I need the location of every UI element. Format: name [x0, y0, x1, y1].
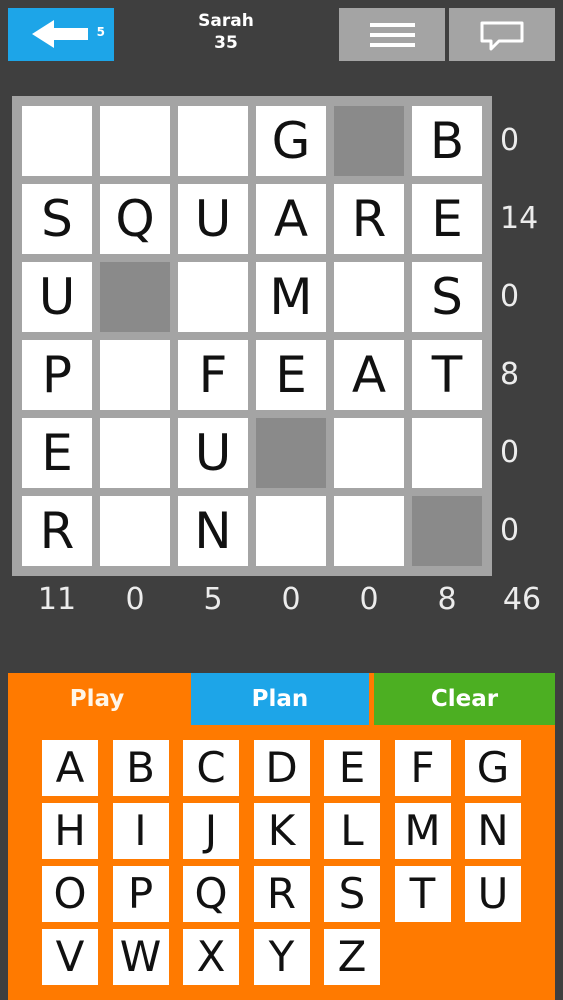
tab-clear[interactable]: Clear	[374, 673, 555, 725]
player-score: 35	[214, 33, 238, 53]
blocked-cell	[100, 262, 170, 332]
board-cell[interactable]	[334, 496, 404, 566]
board-cell[interactable]	[100, 340, 170, 410]
board-cell[interactable]: E	[256, 340, 326, 410]
chat-button[interactable]	[449, 8, 555, 61]
board-cell[interactable]: M	[256, 262, 326, 332]
column-score: 5	[203, 582, 223, 617]
board-cell[interactable]: N	[178, 496, 248, 566]
board-cell[interactable]: R	[22, 496, 92, 566]
menu-button[interactable]	[339, 8, 445, 61]
row-score: 0	[500, 513, 520, 548]
letter-key-s[interactable]: S	[324, 866, 380, 922]
player-name: Sarah	[198, 11, 254, 31]
letter-key-o[interactable]: O	[42, 866, 98, 922]
board-cell[interactable]	[334, 418, 404, 488]
letter-key-t[interactable]: T	[394, 866, 451, 922]
letter-key-a[interactable]: A	[42, 740, 98, 796]
board-cell[interactable]: F	[178, 340, 248, 410]
letter-key-l[interactable]: L	[324, 803, 380, 859]
row-score: 14	[500, 201, 539, 236]
board-cell[interactable]	[178, 262, 248, 332]
tab-plan[interactable]: Plan	[191, 673, 369, 725]
letter-key-m[interactable]: M	[394, 803, 451, 859]
letter-key-b[interactable]: B	[112, 740, 169, 796]
board-cell[interactable]: B	[412, 106, 482, 176]
letter-key-p[interactable]: P	[112, 866, 169, 922]
board-cell[interactable]	[334, 262, 404, 332]
board-cell[interactable]: U	[178, 418, 248, 488]
letter-key-g[interactable]: G	[465, 740, 521, 796]
letter-key-e[interactable]: E	[324, 740, 380, 796]
blocked-cell	[334, 106, 404, 176]
letter-key-c[interactable]: C	[183, 740, 239, 796]
row-score: 0	[500, 435, 520, 470]
board-cell[interactable]: U	[178, 184, 248, 254]
player-info: Sarah 35	[170, 10, 282, 54]
board-cell[interactable]	[100, 106, 170, 176]
letter-key-h[interactable]: H	[42, 803, 98, 859]
board-cell[interactable]: A	[334, 340, 404, 410]
board-cell[interactable]	[100, 418, 170, 488]
letter-key-f[interactable]: F	[394, 740, 451, 796]
board-cell[interactable]: T	[412, 340, 482, 410]
letter-key-w[interactable]: W	[112, 929, 169, 985]
letter-key-i[interactable]: I	[112, 803, 169, 859]
column-score: 0	[281, 582, 301, 617]
letter-key-q[interactable]: Q	[183, 866, 239, 922]
letter-key-u[interactable]: U	[465, 866, 521, 922]
letter-key-r[interactable]: R	[253, 866, 310, 922]
letter-key-y[interactable]: Y	[253, 929, 310, 985]
row-score: 0	[500, 279, 520, 314]
game-board: GBSQUAREUMSPFEATEURN	[12, 96, 492, 576]
column-score: 8	[437, 582, 457, 617]
column-score: 11	[37, 582, 77, 617]
column-score: 0	[359, 582, 379, 617]
board-cell[interactable]: U	[22, 262, 92, 332]
board-cell[interactable]	[412, 418, 482, 488]
board-cell[interactable]: P	[22, 340, 92, 410]
letter-key-x[interactable]: X	[183, 929, 239, 985]
board-cell[interactable]: S	[22, 184, 92, 254]
board-cell[interactable]	[22, 106, 92, 176]
board-cell[interactable]: S	[412, 262, 482, 332]
board-cell[interactable]	[256, 496, 326, 566]
blocked-cell	[256, 418, 326, 488]
blocked-cell	[412, 496, 482, 566]
letter-key-n[interactable]: N	[465, 803, 521, 859]
board-cell[interactable]	[178, 106, 248, 176]
letter-key-k[interactable]: K	[253, 803, 310, 859]
letter-key-z[interactable]: Z	[324, 929, 380, 985]
board-cell[interactable]: Q	[100, 184, 170, 254]
total-score: 46	[502, 582, 542, 617]
board-cell[interactable]: G	[256, 106, 326, 176]
chat-bubble-icon	[480, 21, 524, 51]
column-score: 0	[125, 582, 145, 617]
back-count: 5	[96, 25, 105, 39]
tab-play[interactable]: Play	[8, 673, 186, 725]
board-cell[interactable]: R	[334, 184, 404, 254]
board-cell[interactable]	[100, 496, 170, 566]
letter-key-v[interactable]: V	[42, 929, 98, 985]
board-cell[interactable]: E	[22, 418, 92, 488]
row-score: 0	[500, 123, 520, 158]
board-cell[interactable]: A	[256, 184, 326, 254]
arrow-left-icon	[32, 20, 88, 48]
board-cell[interactable]: E	[412, 184, 482, 254]
back-button[interactable]: 5	[8, 8, 114, 61]
letter-key-d[interactable]: D	[253, 740, 310, 796]
row-score: 8	[500, 357, 520, 392]
letter-key-j[interactable]: J	[183, 803, 239, 859]
